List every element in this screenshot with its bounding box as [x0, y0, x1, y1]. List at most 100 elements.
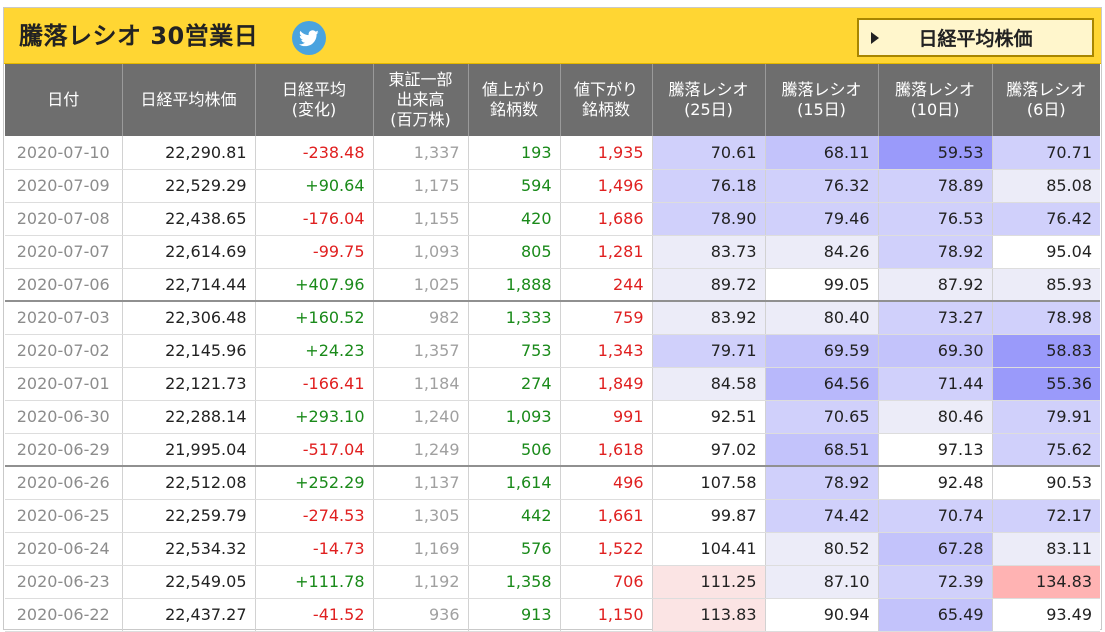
twitter-share-button[interactable] [292, 21, 326, 55]
column-header-r15: 騰落レシオ (15日) [765, 64, 879, 136]
cell-r15: 69.59 [765, 334, 879, 368]
cell-change: -14.73 [255, 532, 374, 566]
cell-date: 2020-06-23 [5, 565, 123, 599]
cell-close: 22,534.32 [122, 532, 256, 566]
cell-volume: 1,025 [373, 268, 469, 302]
cell-r6: 85.93 [992, 268, 1100, 302]
cell-volume: 1,137 [373, 466, 469, 500]
cell-volume: 1,240 [373, 400, 469, 434]
cell-date: 2020-07-06 [5, 268, 123, 302]
cell-r25: 78.90 [652, 202, 766, 236]
cell-adv: 1,333 [468, 301, 561, 335]
cell-r15: 99.05 [765, 268, 879, 302]
table-row: 2020-07-07 22,614.69 -99.75 1,093 805 1,281 83… [5, 235, 1100, 269]
cell-dec: 759 [560, 301, 653, 335]
cell-date: 2020-06-30 [5, 400, 123, 434]
cell-r6: 58.83 [992, 334, 1100, 368]
panel-header: 騰落レシオ 30営業日 日経平均株価 [4, 8, 1101, 64]
column-header-r25: 騰落レシオ (25日) [652, 64, 766, 136]
cell-r10: 80.46 [878, 400, 993, 434]
cell-change: +111.78 [255, 565, 374, 599]
cell-volume: 1,184 [373, 367, 469, 401]
cell-r10: 67.28 [878, 532, 993, 566]
cell-dec: 496 [560, 466, 653, 500]
cell-r6: 76.42 [992, 202, 1100, 236]
cell-r6: 85.08 [992, 169, 1100, 203]
cell-adv: 594 [468, 169, 561, 203]
cell-dec: 1,661 [560, 499, 653, 533]
cell-r25: 83.92 [652, 301, 766, 335]
twitter-bird-icon [299, 29, 319, 46]
cell-dec: 991 [560, 400, 653, 434]
cell-r25: 111.25 [652, 565, 766, 599]
cell-r15: 76.32 [765, 169, 879, 203]
cell-close: 22,121.73 [122, 367, 256, 401]
table-header-row: 日付 日経平均株価 日経平均 (変化) 東証一部 出来高 (百万株) 値上がり 銘柄数値… [5, 64, 1100, 136]
cell-close: 22,306.48 [122, 301, 256, 335]
cell-r15: 68.11 [765, 136, 879, 170]
column-header-volume: 東証一部 出来高 (百万株) [373, 64, 469, 136]
cell-r25: 76.18 [652, 169, 766, 203]
cell-close: 21,995.04 [122, 433, 256, 467]
cell-change: -41.52 [255, 598, 374, 632]
cell-adv: 1,614 [468, 466, 561, 500]
table-row: 2020-07-09 22,529.29 +90.64 1,175 594 1,496 76… [5, 169, 1100, 203]
cell-date: 2020-07-08 [5, 202, 123, 236]
cell-r15: 74.42 [765, 499, 879, 533]
cell-r25: 97.02 [652, 433, 766, 467]
cell-r6: 70.71 [992, 136, 1100, 170]
cell-change: +252.29 [255, 466, 374, 500]
cell-date: 2020-07-03 [5, 301, 123, 335]
cell-adv: 442 [468, 499, 561, 533]
cell-volume: 982 [373, 301, 469, 335]
table-row: 2020-07-03 22,306.48 +160.52 982 1,333 759 83.… [5, 301, 1100, 335]
cell-volume: 1,305 [373, 499, 469, 533]
cell-r6: 78.98 [992, 301, 1100, 335]
cell-r6: 93.49 [992, 598, 1100, 632]
cell-change: -99.75 [255, 235, 374, 269]
cell-change: +24.23 [255, 334, 374, 368]
cell-close: 22,145.96 [122, 334, 256, 368]
cell-date: 2020-06-22 [5, 598, 123, 632]
cell-volume: 1,337 [373, 136, 469, 170]
cell-dec: 1,935 [560, 136, 653, 170]
cell-dec: 1,496 [560, 169, 653, 203]
cell-r10: 69.30 [878, 334, 993, 368]
cell-close: 22,290.81 [122, 136, 256, 170]
cell-r25: 99.87 [652, 499, 766, 533]
cell-r10: 78.92 [878, 235, 993, 269]
table-row: 2020-06-22 22,437.27 -41.52 936 913 1,150 113.… [5, 598, 1100, 632]
cell-r6: 75.62 [992, 433, 1100, 467]
cell-r25: 113.83 [652, 598, 766, 632]
table-row: 2020-06-30 22,288.14 +293.10 1,240 1,093 991 9… [5, 400, 1100, 434]
cell-r15: 80.40 [765, 301, 879, 335]
cell-close: 22,438.65 [122, 202, 256, 236]
triangle-right-icon [871, 31, 879, 44]
cell-r6: 134.83 [992, 565, 1100, 599]
cell-change: -517.04 [255, 433, 374, 467]
cell-dec: 1,281 [560, 235, 653, 269]
cell-change: +160.52 [255, 301, 374, 335]
cell-r10: 87.92 [878, 268, 993, 302]
cell-close: 22,259.79 [122, 499, 256, 533]
cell-r25: 83.73 [652, 235, 766, 269]
cell-r6: 83.11 [992, 532, 1100, 566]
cell-close: 22,288.14 [122, 400, 256, 434]
cell-adv: 1,888 [468, 268, 561, 302]
table-row: 2020-06-23 22,549.05 +111.78 1,192 1,358 706 1… [5, 565, 1100, 599]
cell-adv: 420 [468, 202, 561, 236]
cell-volume: 1,155 [373, 202, 469, 236]
cell-date: 2020-06-25 [5, 499, 123, 533]
cell-date: 2020-07-07 [5, 235, 123, 269]
cell-change: -274.53 [255, 499, 374, 533]
table-row: 2020-07-08 22,438.65 -176.04 1,155 420 1,686 7… [5, 202, 1100, 236]
nikkei-average-button[interactable]: 日経平均株価 [857, 18, 1094, 57]
cell-dec: 1,343 [560, 334, 653, 368]
table-row: 2020-06-29 21,995.04 -517.04 1,249 506 1,618 9… [5, 433, 1100, 467]
cell-adv: 274 [468, 367, 561, 401]
cell-adv: 805 [468, 235, 561, 269]
cell-r15: 84.26 [765, 235, 879, 269]
cell-r10: 92.48 [878, 466, 993, 500]
column-header-r10: 騰落レシオ (10日) [878, 64, 993, 136]
cell-volume: 1,175 [373, 169, 469, 203]
